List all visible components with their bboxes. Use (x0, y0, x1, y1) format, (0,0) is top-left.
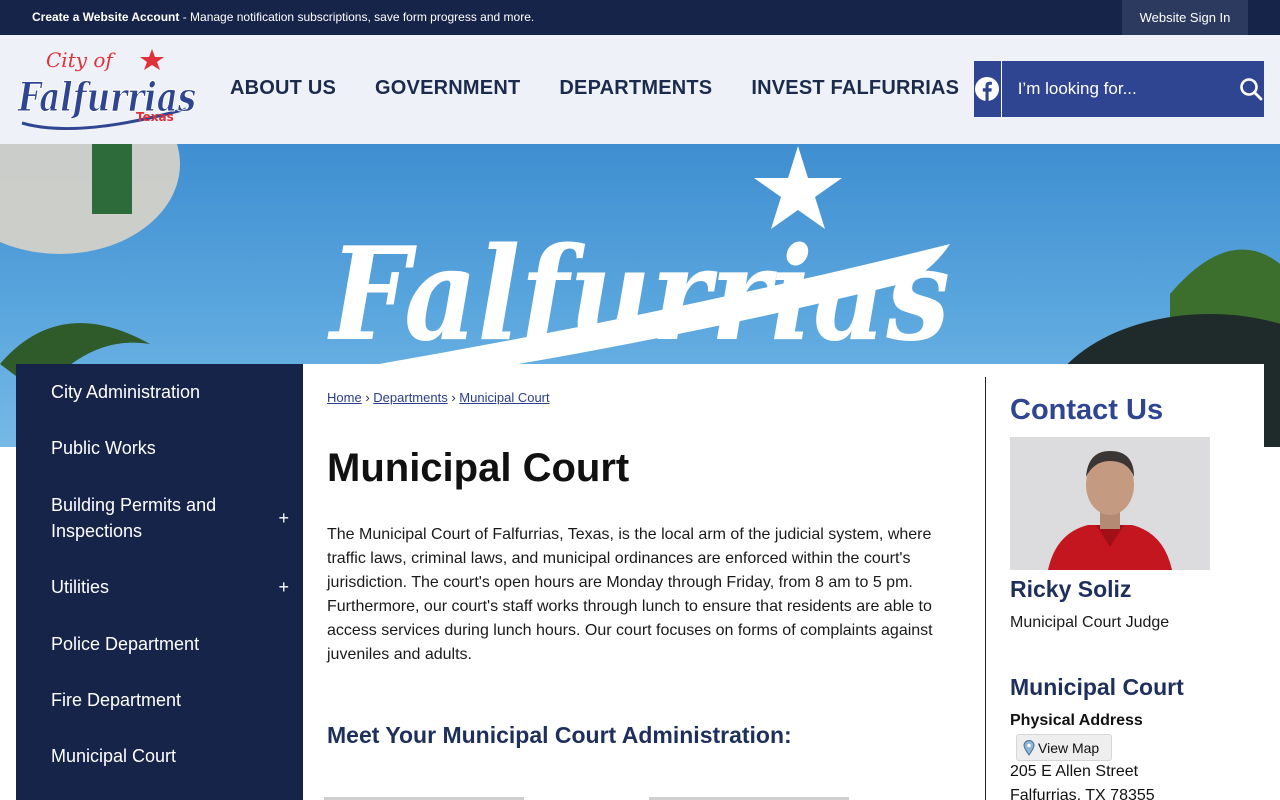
sidebar-item-building-permits[interactable]: Building Permits and Inspections + (16, 492, 303, 544)
website-sign-in-button[interactable]: Website Sign In (1122, 0, 1248, 35)
city-logo[interactable]: City of Falfurrias Texas (16, 43, 202, 135)
map-pin-icon (1023, 739, 1035, 756)
search-icon (1240, 78, 1263, 101)
street-address: 205 E Allen Street (1010, 763, 1139, 780)
sidebar-item-label: Police Department (51, 634, 200, 654)
column-divider (985, 377, 986, 800)
search-bar (974, 61, 1264, 117)
sidebar-item-label: Fire Department (51, 690, 182, 710)
hero-star-icon (754, 146, 842, 229)
logo-star-icon (140, 49, 164, 70)
breadcrumb-home[interactable]: Home (327, 390, 362, 405)
create-account-notice: Create a Website Account - Manage notifi… (32, 10, 534, 24)
breadcrumb-separator: › (451, 390, 456, 405)
sidebar-item-label: Public Works (51, 438, 156, 458)
create-account-description: - Manage notification subscriptions, sav… (179, 10, 535, 24)
person-portrait (1010, 437, 1210, 570)
nav-government[interactable]: GOVERNMENT (375, 77, 520, 100)
administration-heading: Meet Your Municipal Court Administration… (327, 722, 792, 748)
physical-address-label: Physical Address (1010, 712, 1143, 729)
utility-bar: Create a Website Account - Manage notifi… (0, 0, 1280, 35)
judge-role: Municipal Court Judge (1010, 614, 1170, 631)
expand-icon[interactable]: + (278, 505, 289, 531)
logo-text-sub: Texas (136, 110, 174, 124)
sidebar-item-label: Municipal Court (51, 746, 177, 766)
intro-paragraph: The Municipal Court of Falfurrias, Texas… (327, 526, 933, 663)
sidebar-item-label: City Administration (51, 382, 201, 402)
department-name: Municipal Court (1010, 674, 1184, 700)
nav-invest-falfurrias[interactable]: INVEST FALFURRIAS (751, 77, 959, 100)
sidebar-item-city-administration[interactable]: City Administration (16, 379, 303, 405)
contact-us-heading: Contact Us (1010, 394, 1164, 426)
nav-departments[interactable]: DEPARTMENTS (559, 77, 712, 100)
nav-about-us[interactable]: ABOUT US (230, 77, 336, 100)
breadcrumb-current[interactable]: Municipal Court (459, 390, 549, 405)
sidebar-item-public-works[interactable]: Public Works (16, 435, 303, 461)
main-navigation: ABOUT US GOVERNMENT DEPARTMENTS INVEST F… (230, 77, 959, 100)
sidebar-item-utilities[interactable]: Utilities + (16, 574, 303, 600)
sidebar-item-label: Utilities (51, 577, 110, 597)
view-map-button[interactable]: View Map (1016, 734, 1112, 761)
logo-text-top: City of (46, 48, 116, 72)
view-map-label: View Map (1038, 739, 1100, 756)
facebook-link[interactable] (974, 61, 1002, 117)
judge-name: Ricky Soliz (1010, 576, 1132, 602)
search-button[interactable] (1239, 61, 1264, 117)
judge-photo (1010, 437, 1210, 570)
page-title: Municipal Court (327, 446, 630, 490)
create-account-link[interactable]: Create a Website Account (32, 10, 179, 24)
sidebar-item-police-department[interactable]: Police Department (16, 631, 303, 657)
water-tower-shape (0, 144, 180, 254)
expand-icon[interactable]: + (278, 574, 289, 600)
hero-wordmark: Falfurrias (327, 220, 950, 370)
facebook-icon (975, 77, 1000, 101)
search-input[interactable] (1001, 61, 1239, 117)
site-header: City of Falfurrias Texas ABOUT US GOVERN… (0, 35, 1280, 144)
breadcrumb-separator: › (365, 390, 370, 405)
tower-figure-shape (92, 144, 132, 214)
sidebar-item-fire-department[interactable]: Fire Department (16, 687, 303, 713)
department-sidebar: City Administration Public Works Buildin… (16, 364, 303, 800)
sidebar-item-label: Building Permits and Inspections (51, 495, 217, 541)
breadcrumb-departments[interactable]: Departments (373, 390, 447, 405)
breadcrumb: Home › Departments › Municipal Court (327, 390, 550, 405)
sidebar-item-municipal-court[interactable]: Municipal Court (16, 743, 303, 769)
city-state-zip: Falfurrias, TX 78355 (1010, 787, 1155, 800)
